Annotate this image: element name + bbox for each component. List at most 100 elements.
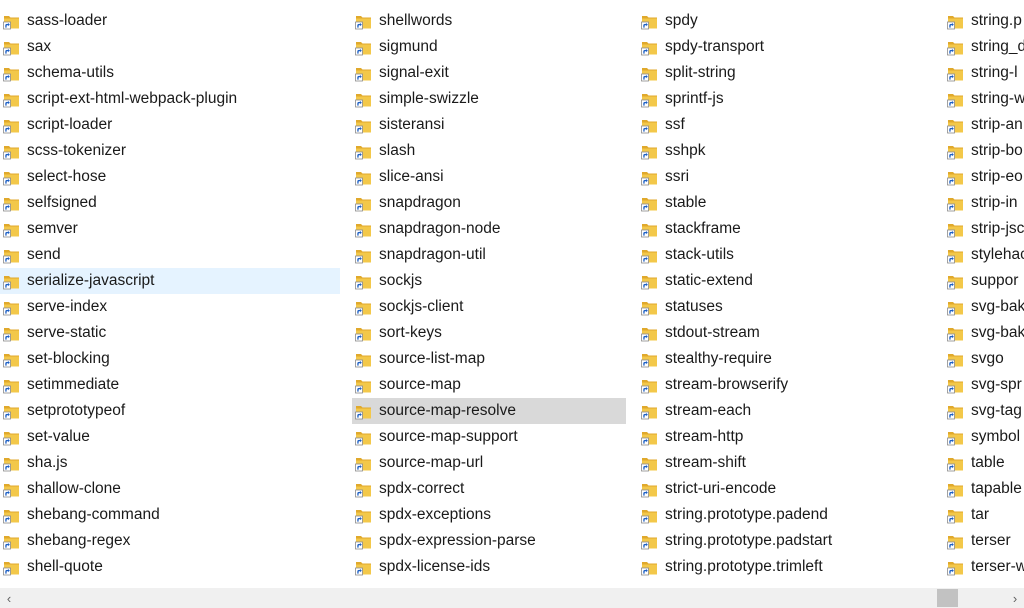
- folder-item[interactable]: string-w: [944, 86, 1024, 112]
- folder-item[interactable]: stack-utils: [638, 242, 912, 268]
- folder-shortcut-icon: [947, 562, 963, 576]
- folder-item[interactable]: shellwords: [352, 8, 626, 34]
- folder-item[interactable]: ssri: [638, 164, 912, 190]
- folder-item[interactable]: stable: [638, 190, 912, 216]
- folder-item[interactable]: slash: [352, 138, 626, 164]
- folder-item[interactable]: shell-quote: [0, 554, 340, 580]
- folder-item[interactable]: source-list-map: [352, 346, 626, 372]
- folder-item[interactable]: svg-bak: [944, 320, 1024, 346]
- folder-item[interactable]: string-l: [944, 60, 1024, 86]
- scroll-right-arrow-icon[interactable]: ›: [1006, 588, 1024, 608]
- folder-item[interactable]: suppor: [944, 268, 1024, 294]
- folder-item[interactable]: shebang-command: [0, 502, 340, 528]
- folder-item[interactable]: strip-jsc: [944, 216, 1024, 242]
- folder-item[interactable]: scss-tokenizer: [0, 138, 340, 164]
- folder-item[interactable]: simple-swizzle: [352, 86, 626, 112]
- folder-item[interactable]: serve-static: [0, 320, 340, 346]
- folder-item[interactable]: spdy-transport: [638, 34, 912, 60]
- folder-item[interactable]: tar: [944, 502, 1024, 528]
- folder-item[interactable]: select-hose: [0, 164, 340, 190]
- folder-item[interactable]: sprintf-js: [638, 86, 912, 112]
- folder-item[interactable]: split-string: [638, 60, 912, 86]
- folder-item[interactable]: stackframe: [638, 216, 912, 242]
- folder-item[interactable]: slice-ansi: [352, 164, 626, 190]
- scroll-left-arrow-icon[interactable]: ‹: [0, 588, 18, 608]
- folder-item[interactable]: svg-spr: [944, 372, 1024, 398]
- folder-item[interactable]: stream-each: [638, 398, 912, 424]
- folder-item[interactable]: static-extend: [638, 268, 912, 294]
- folder-item[interactable]: setimmediate: [0, 372, 340, 398]
- folder-item[interactable]: set-value: [0, 424, 340, 450]
- folder-item[interactable]: sisteransi: [352, 112, 626, 138]
- folder-item[interactable]: stealthy-require: [638, 346, 912, 372]
- folder-item[interactable]: script-loader: [0, 112, 340, 138]
- folder-item-label: stream-each: [665, 402, 752, 419]
- folder-item[interactable]: sax: [0, 34, 340, 60]
- folder-item[interactable]: script-ext-html-webpack-plugin: [0, 86, 340, 112]
- folder-item[interactable]: string_d: [944, 34, 1024, 60]
- folder-item[interactable]: sockjs-client: [352, 294, 626, 320]
- scrollbar-thumb[interactable]: [937, 589, 958, 607]
- folder-item-label: source-map-resolve: [379, 402, 516, 419]
- folder-item[interactable]: sshpk: [638, 138, 912, 164]
- folder-item[interactable]: tapable: [944, 476, 1024, 502]
- folder-item[interactable]: source-map-resolve: [352, 398, 626, 424]
- folder-item-label: spdy-transport: [665, 38, 765, 55]
- folder-item[interactable]: stream-browserify: [638, 372, 912, 398]
- folder-item[interactable]: statuses: [638, 294, 912, 320]
- folder-item[interactable]: svg-tag: [944, 398, 1024, 424]
- folder-item[interactable]: spdx-correct: [352, 476, 626, 502]
- folder-item[interactable]: signal-exit: [352, 60, 626, 86]
- folder-item[interactable]: strict-uri-encode: [638, 476, 912, 502]
- folder-item[interactable]: selfsigned: [0, 190, 340, 216]
- folder-item[interactable]: send: [0, 242, 340, 268]
- folder-item[interactable]: stream-http: [638, 424, 912, 450]
- folder-item[interactable]: schema-utils: [0, 60, 340, 86]
- folder-item[interactable]: sigmund: [352, 34, 626, 60]
- folder-item[interactable]: source-map: [352, 372, 626, 398]
- folder-item[interactable]: sockjs: [352, 268, 626, 294]
- folder-item[interactable]: symbol: [944, 424, 1024, 450]
- folder-item-label: script-ext-html-webpack-plugin: [27, 90, 238, 107]
- folder-item[interactable]: terser-w: [944, 554, 1024, 580]
- folder-item[interactable]: sha.js: [0, 450, 340, 476]
- horizontal-scrollbar[interactable]: ‹ ›: [0, 588, 1024, 608]
- folder-item[interactable]: string.prototype.padstart: [638, 528, 912, 554]
- folder-item[interactable]: sort-keys: [352, 320, 626, 346]
- folder-item[interactable]: spdx-exceptions: [352, 502, 626, 528]
- folder-item[interactable]: shallow-clone: [0, 476, 340, 502]
- folder-item[interactable]: semver: [0, 216, 340, 242]
- folder-item-label: source-map: [379, 376, 461, 393]
- folder-item[interactable]: snapdragon: [352, 190, 626, 216]
- folder-item[interactable]: set-blocking: [0, 346, 340, 372]
- folder-item[interactable]: serve-index: [0, 294, 340, 320]
- folder-item[interactable]: string.prototype.trimleft: [638, 554, 912, 580]
- folder-item[interactable]: sass-loader: [0, 8, 340, 34]
- folder-item[interactable]: string.prototype.padend: [638, 502, 912, 528]
- folder-item[interactable]: snapdragon-util: [352, 242, 626, 268]
- folder-item-label: svg-bak: [971, 298, 1024, 315]
- folder-item[interactable]: table: [944, 450, 1024, 476]
- folder-item[interactable]: spdx-license-ids: [352, 554, 626, 580]
- folder-item[interactable]: snapdragon-node: [352, 216, 626, 242]
- folder-item[interactable]: strip-eo: [944, 164, 1024, 190]
- folder-item[interactable]: serialize-javascript: [0, 268, 340, 294]
- folder-item[interactable]: strip-bo: [944, 138, 1024, 164]
- folder-item[interactable]: spdy: [638, 8, 912, 34]
- folder-item[interactable]: source-map-url: [352, 450, 626, 476]
- folder-item[interactable]: svgo: [944, 346, 1024, 372]
- folder-item[interactable]: strip-in: [944, 190, 1024, 216]
- folder-item[interactable]: shebang-regex: [0, 528, 340, 554]
- folder-item-label: select-hose: [27, 168, 107, 185]
- folder-item[interactable]: terser: [944, 528, 1024, 554]
- folder-item[interactable]: ssf: [638, 112, 912, 138]
- folder-item[interactable]: stdout-stream: [638, 320, 912, 346]
- folder-item[interactable]: svg-bak: [944, 294, 1024, 320]
- folder-item[interactable]: string.p: [944, 8, 1024, 34]
- folder-item[interactable]: spdx-expression-parse: [352, 528, 626, 554]
- folder-item[interactable]: setprototypeof: [0, 398, 340, 424]
- folder-item[interactable]: stylehac: [944, 242, 1024, 268]
- folder-item[interactable]: source-map-support: [352, 424, 626, 450]
- folder-item[interactable]: strip-an: [944, 112, 1024, 138]
- folder-item[interactable]: stream-shift: [638, 450, 912, 476]
